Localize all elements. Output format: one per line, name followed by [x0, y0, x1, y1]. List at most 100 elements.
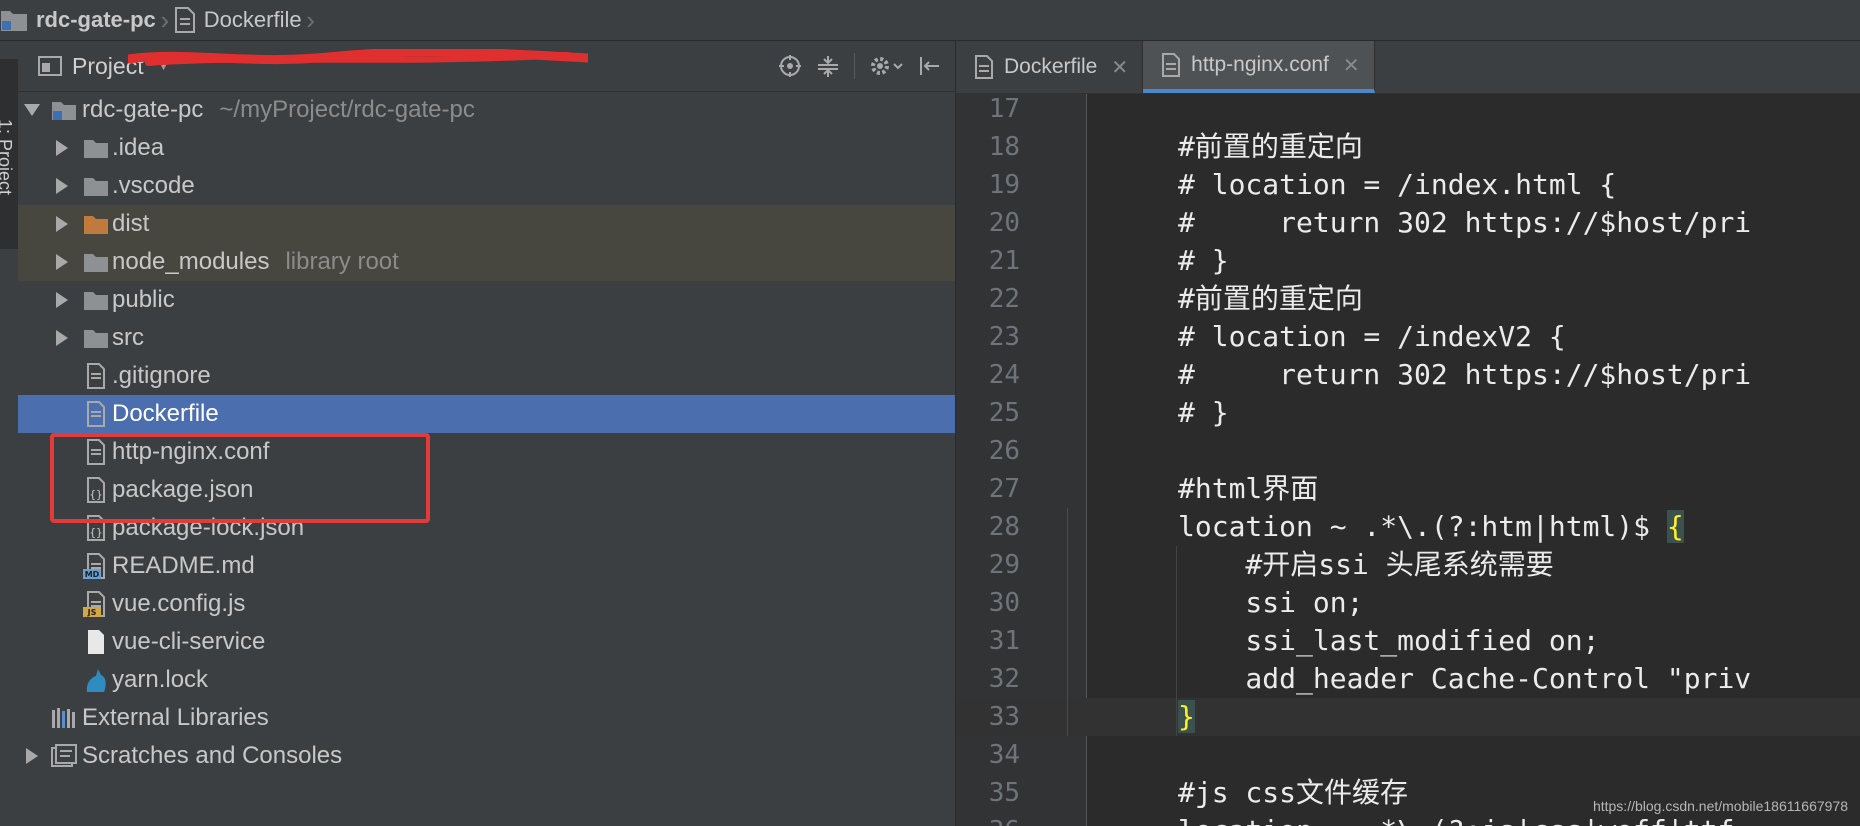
tree-item-extra: ~/myProject/rdc-gate-pc	[219, 96, 475, 123]
tree-item[interactable]: node_modules library root	[18, 243, 955, 281]
code-line: 25 # }	[956, 394, 1860, 432]
editor-tab-label: http-nginx.conf	[1191, 53, 1329, 76]
scratches-consoles-icon	[51, 744, 77, 767]
breadcrumb-end-separator-icon: ›	[306, 4, 315, 35]
tree-item[interactable]: External Libraries	[18, 699, 955, 737]
chevron-right-icon[interactable]	[56, 254, 68, 270]
tree-item-label: http-nginx.conf	[112, 438, 270, 465]
tree-item[interactable]: src	[18, 319, 955, 357]
tree-item-label: package-lock.json	[112, 514, 305, 541]
tree-item-label: public	[112, 286, 175, 313]
json-file-icon: {}	[87, 515, 105, 541]
code-line: 17	[956, 94, 1860, 128]
tree-item[interactable]: {} package-lock.json	[18, 509, 955, 547]
line-number: 20	[988, 208, 1020, 238]
breadcrumb-file[interactable]: Dockerfile	[174, 0, 302, 40]
module-folder-icon	[52, 102, 76, 120]
tree-item-label: Scratches and Consoles	[82, 742, 343, 769]
project-tool-window-label: 1: Project	[0, 119, 15, 196]
module-folder-icon	[1, 11, 27, 31]
project-view-selector[interactable]: Project ▼	[38, 53, 171, 80]
editor-tab[interactable]: Dockerfile ✕	[956, 41, 1144, 93]
tree-item[interactable]: http-nginx.conf	[18, 433, 955, 471]
chevron-right-icon[interactable]	[56, 292, 68, 308]
code-line: 27 #html界面	[956, 470, 1860, 508]
editor-area: Dockerfile ✕ http-nginx.conf ✕ 17 18 #前置的重定向 1…	[956, 41, 1860, 826]
tree-item-label: vue.config.js	[112, 590, 246, 617]
tree-item-label: .idea	[112, 134, 165, 161]
folder-icon	[84, 140, 108, 158]
close-icon[interactable]: ✕	[1343, 53, 1360, 78]
tree-item[interactable]: .gitignore	[18, 357, 955, 395]
tree-item[interactable]: yarn.lock	[18, 661, 955, 699]
code-line: 32 add_header Cache-Control "priv	[956, 660, 1860, 698]
tree-item[interactable]: public	[18, 281, 955, 319]
tree-item[interactable]: dist	[18, 205, 955, 243]
line-number: 22	[988, 284, 1020, 314]
matched-brace: }	[1178, 700, 1195, 733]
tree-item[interactable]: .vscode	[18, 167, 955, 205]
javascript-file-icon: JS	[83, 591, 105, 617]
chevron-right-icon[interactable]	[56, 178, 68, 194]
code-line: 22 #前置的重定向	[956, 280, 1860, 318]
chevron-right-icon[interactable]	[56, 140, 68, 156]
external-libraries-icon	[52, 708, 75, 728]
collapse-all-icon[interactable]	[816, 54, 840, 78]
gear-icon[interactable]	[869, 54, 903, 78]
line-number: 25	[988, 398, 1020, 428]
tree-item[interactable]: MD README.md	[18, 547, 955, 585]
code-text: # return 302 https://$host/pri	[1178, 358, 1752, 391]
blank-file-icon	[88, 630, 104, 654]
tree-item[interactable]: Dockerfile	[18, 395, 955, 433]
tree-item-label: vue-cli-service	[112, 628, 266, 655]
breadcrumb-project-label: rdc-gate-pc	[36, 7, 156, 32]
project-tool-window-tab[interactable]: 1: Project	[0, 59, 18, 249]
tree-item-label: yarn.lock	[112, 666, 209, 693]
line-number: 30	[988, 588, 1020, 618]
svg-text:{}: {}	[89, 488, 102, 501]
line-number: 32	[988, 664, 1020, 694]
chevron-right-icon[interactable]	[56, 216, 68, 232]
excluded-folder-icon	[84, 216, 108, 234]
navigation-breadcrumb: rdc-gate-pc › Dockerfile ›	[0, 0, 1860, 41]
tree-item[interactable]: Scratches and Consoles	[18, 737, 955, 775]
tree-item[interactable]: .idea	[18, 129, 955, 167]
locate-target-icon[interactable]	[778, 54, 802, 78]
chevron-right-icon[interactable]	[26, 748, 38, 764]
scope-guide	[1067, 508, 1068, 736]
tree-item[interactable]: vue-cli-service	[18, 623, 955, 661]
folder-icon	[84, 330, 108, 348]
code-line: 33}	[956, 698, 1860, 736]
editor-tabs: Dockerfile ✕ http-nginx.conf ✕	[956, 41, 1860, 94]
chevron-down-icon[interactable]	[24, 104, 40, 116]
tool-window-strip: 1: Project	[0, 41, 19, 826]
line-number: 27	[988, 474, 1020, 504]
tree-item[interactable]: rdc-gate-pc ~/myProject/rdc-gate-pc	[18, 91, 955, 129]
chevron-right-icon[interactable]	[56, 330, 68, 346]
tree-item-label: .gitignore	[112, 362, 211, 389]
line-number: 36	[956, 812, 1020, 826]
code-line: 30 ssi on;	[956, 584, 1860, 622]
text-file-icon	[87, 439, 105, 465]
code-line: 21 # }	[956, 242, 1860, 280]
json-file-icon: {}	[87, 477, 105, 503]
close-icon[interactable]: ✕	[1111, 55, 1128, 80]
editor-tab[interactable]: http-nginx.conf ✕	[1143, 41, 1375, 93]
code-text: add_header Cache-Control "priv	[1178, 662, 1752, 695]
code-text: # location = /index.html {	[1178, 168, 1617, 201]
svg-text:MD: MD	[85, 570, 100, 579]
hide-panel-icon[interactable]	[917, 54, 941, 78]
line-number: 18	[988, 132, 1020, 162]
tree-item[interactable]: JS vue.config.js	[18, 585, 955, 623]
tree-item[interactable]: {} package.json	[18, 471, 955, 509]
svg-text:{}: {}	[89, 526, 102, 539]
tree-item-label: Dockerfile	[112, 400, 219, 427]
tree-item-label: .vscode	[112, 172, 195, 199]
project-tree[interactable]: rdc-gate-pc ~/myProject/rdc-gate-pc .idea.…	[18, 91, 955, 775]
code-editor[interactable]: 17 18 #前置的重定向 19 # location = /index.html {2…	[956, 94, 1860, 826]
tree-item-label: package.json	[112, 476, 254, 503]
project-panel-title: Project	[72, 52, 144, 79]
line-number: 28	[988, 512, 1020, 542]
breadcrumb-project[interactable]: rdc-gate-pc	[0, 0, 156, 40]
code-line: 18 #前置的重定向	[956, 128, 1860, 166]
